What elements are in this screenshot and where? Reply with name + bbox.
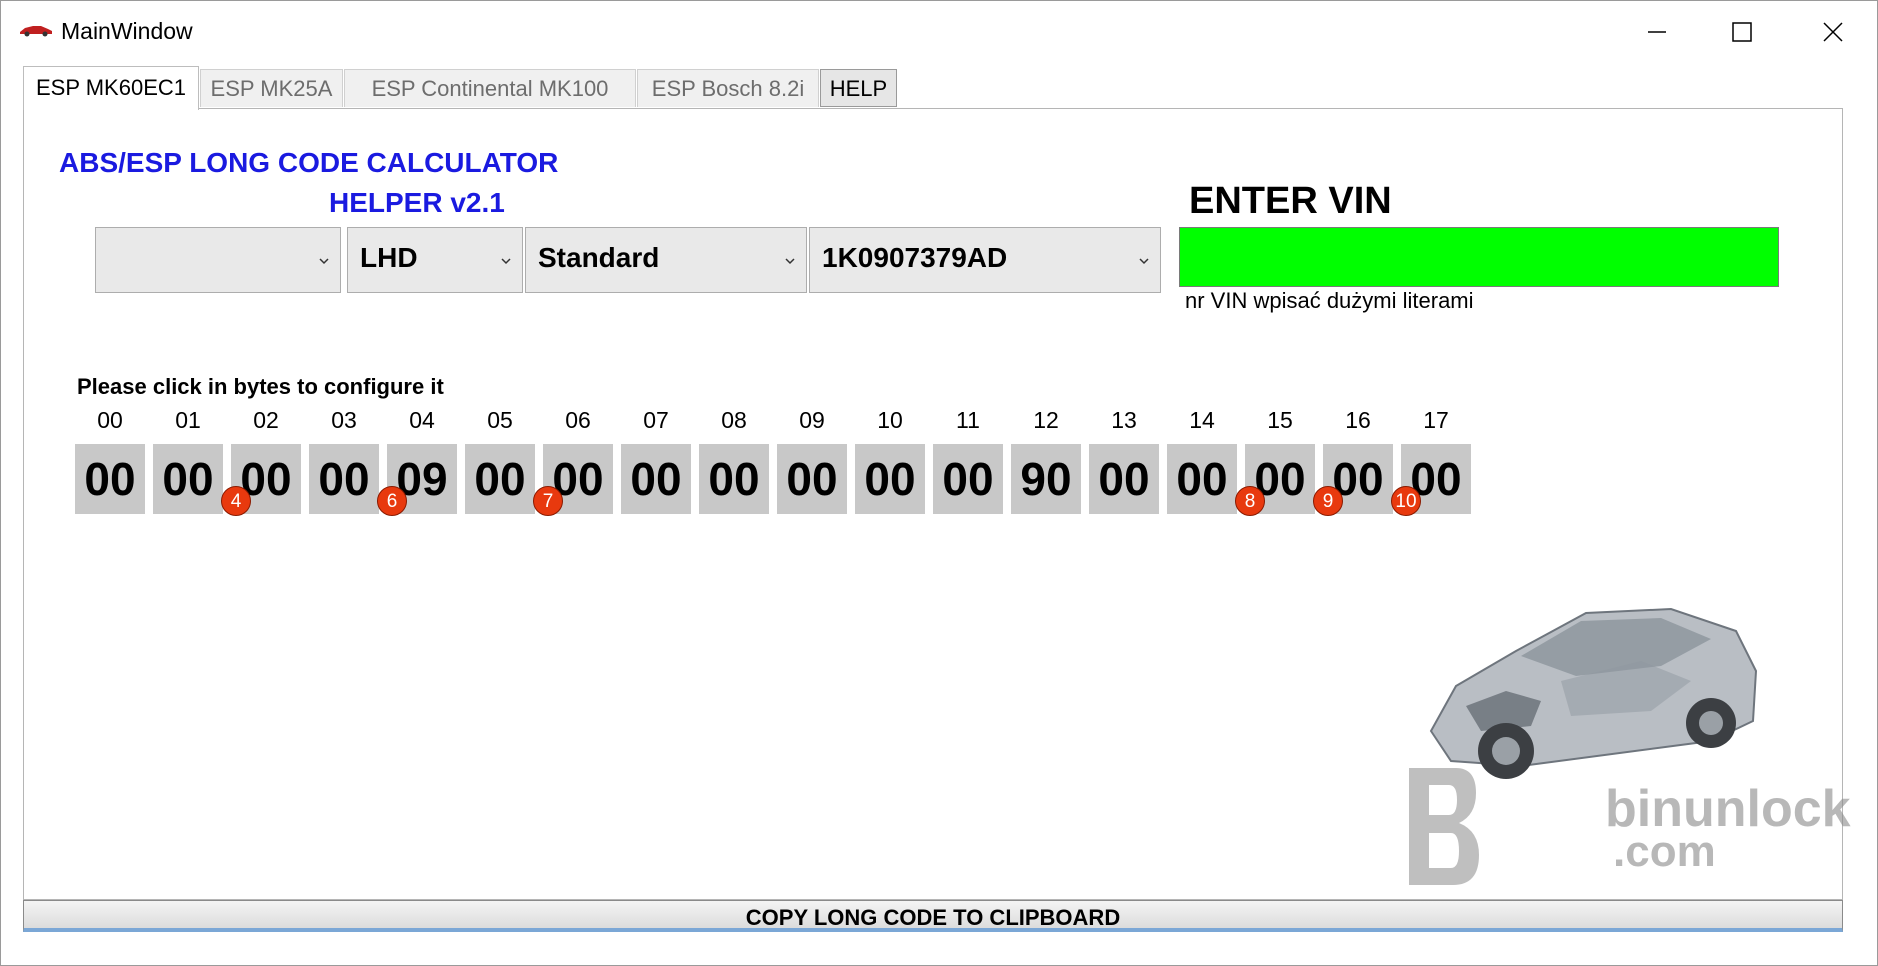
byte-cell-05[interactable]: 00 — [465, 444, 535, 514]
step-marker-badge: 6 — [377, 486, 407, 516]
car-cutaway-image — [1429, 607, 1758, 779]
byte-index-label: 16 — [1345, 407, 1371, 433]
byte-index-label: 17 — [1423, 407, 1449, 433]
main-window: MainWindow ESP MK60EC1 ESP MK25A ESP Con… — [0, 0, 1878, 966]
maximize-button[interactable] — [1712, 11, 1772, 51]
byte-cell-10[interactable]: 00 — [855, 444, 925, 514]
tab-esp-bosch-82i[interactable]: ESP Bosch 8.2i — [637, 69, 819, 107]
binunlock-logo — [1409, 768, 1479, 885]
title-bar: MainWindow — [1, 1, 1877, 61]
byte-cell-03[interactable]: 00 — [309, 444, 379, 514]
tab-esp-mk60ec1[interactable]: ESP MK60EC1 — [23, 66, 199, 110]
vin-hint: nr VIN wpisać dużymi literami — [1185, 288, 1474, 313]
window-title: MainWindow — [61, 18, 193, 44]
byte-index-label: 10 — [877, 407, 903, 433]
chevron-down-icon — [1139, 258, 1149, 265]
byte-index-label: 08 — [721, 407, 747, 433]
close-icon — [1823, 22, 1843, 42]
app-subheading: HELPER v2.1 — [329, 187, 505, 218]
dropdown-value: 1K0907379AD — [822, 242, 1008, 273]
part-number-dropdown[interactable]: 1K0907379AD — [809, 227, 1161, 293]
minimize-icon — [1648, 31, 1666, 33]
bytes-hint: Please click in bytes to configure it — [77, 374, 444, 399]
close-button[interactable] — [1803, 11, 1863, 51]
byte-index-label: 02 — [253, 407, 279, 433]
vin-label: ENTER VIN — [1189, 180, 1392, 222]
step-marker-badge: 10 — [1391, 486, 1421, 516]
byte-cell-09[interactable]: 00 — [777, 444, 847, 514]
byte-cell-01[interactable]: 00 — [153, 444, 223, 514]
byte-cell-00[interactable]: 00 — [75, 444, 145, 514]
car-app-icon — [20, 26, 52, 37]
byte-index-label: 11 — [956, 407, 980, 433]
minimize-button[interactable] — [1627, 11, 1687, 51]
variant-dropdown[interactable]: Standard — [525, 227, 807, 293]
byte-cell-14[interactable]: 00 — [1167, 444, 1237, 514]
byte-cell-12[interactable]: 90 — [1011, 444, 1081, 514]
byte-index-label: 00 — [97, 407, 123, 433]
chevron-down-icon — [501, 258, 511, 265]
dropdown-value: LHD — [360, 242, 418, 273]
byte-index-label: 04 — [409, 407, 435, 433]
byte-index-label: 15 — [1267, 407, 1293, 433]
step-marker-badge: 7 — [533, 486, 563, 516]
byte-index-label: 05 — [487, 407, 513, 433]
maximize-icon — [1732, 22, 1752, 42]
byte-index-label: 03 — [331, 407, 357, 433]
byte-cell-08[interactable]: 00 — [699, 444, 769, 514]
byte-cell-07[interactable]: 00 — [621, 444, 691, 514]
tab-esp-continental-mk100[interactable]: ESP Continental MK100 — [344, 69, 636, 107]
byte-index-label: 01 — [175, 407, 201, 433]
dropdown-value: Standard — [538, 242, 660, 273]
byte-index-label: 06 — [565, 407, 591, 433]
byte-cell-11[interactable]: 00 — [933, 444, 1003, 514]
byte-index-label: 09 — [799, 407, 825, 433]
byte-index-label: 12 — [1033, 407, 1059, 433]
chevron-down-icon — [785, 258, 795, 265]
app-heading: ABS/ESP LONG CODE CALCULATOR — [59, 147, 559, 178]
step-marker-badge: 8 — [1235, 486, 1265, 516]
byte-index-label: 07 — [643, 407, 669, 433]
chevron-down-icon — [319, 258, 329, 265]
byte-index-label: 14 — [1189, 407, 1215, 433]
step-marker-badge: 4 — [221, 486, 251, 516]
tab-esp-mk25a[interactable]: ESP MK25A — [200, 69, 343, 107]
tab-help[interactable]: HELP — [820, 69, 897, 107]
drive-side-dropdown[interactable]: LHD — [347, 227, 523, 293]
byte-cell-13[interactable]: 00 — [1089, 444, 1159, 514]
byte-index-label: 13 — [1111, 407, 1137, 433]
vin-input[interactable] — [1179, 227, 1779, 287]
model-dropdown[interactable] — [95, 227, 341, 293]
copy-long-code-button[interactable]: COPY LONG CODE TO CLIPBOARD — [23, 900, 1843, 932]
step-marker-badge: 9 — [1313, 486, 1343, 516]
watermark-suffix: .com — [1613, 827, 1716, 876]
